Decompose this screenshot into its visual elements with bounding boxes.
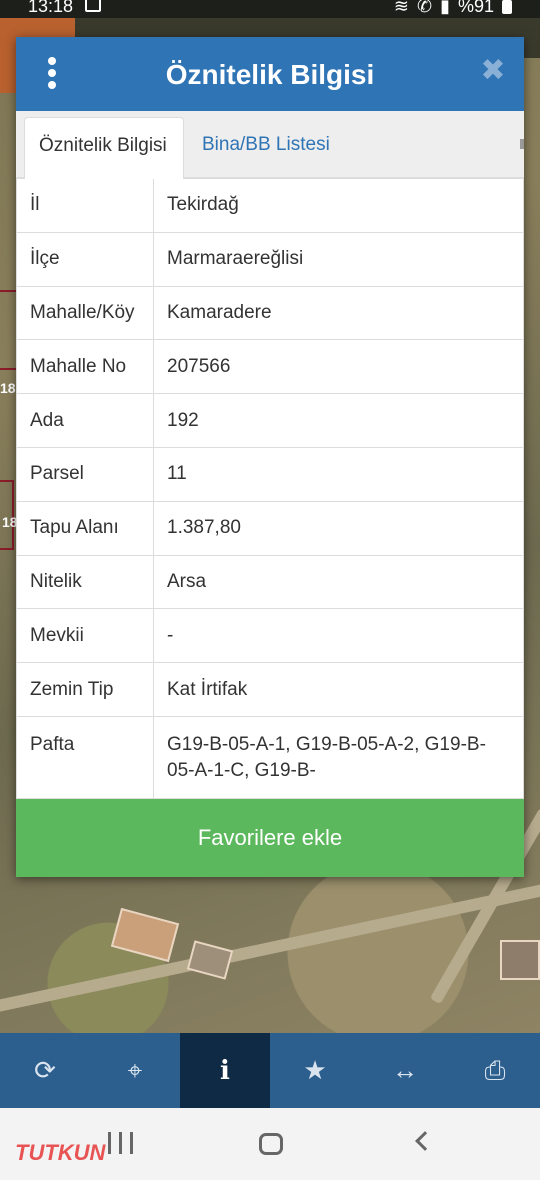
tab-attribute-info[interactable]: Öznitelik Bilgisi	[24, 117, 184, 179]
attribute-dialog: Öznitelik Bilgisi ✖ Öznitelik Bilgisi Bi…	[16, 37, 524, 877]
attribute-key: Mevkii	[16, 608, 154, 664]
back-icon[interactable]	[415, 1131, 435, 1151]
call-icon: ✆	[416, 0, 433, 16]
table-row: Pafta G19-B-05-A-1, G19-B-05-A-2, G19-B-0…	[16, 715, 524, 799]
dialog-header: Öznitelik Bilgisi ✖	[16, 37, 524, 111]
attribute-key: Zemin Tip	[16, 662, 154, 717]
attribute-value: 11	[153, 446, 524, 502]
bottom-toolbar: ⟳ ⌖ i ★ ↔ ⎙	[0, 1033, 540, 1108]
attribute-key: İlçe	[16, 231, 154, 287]
dialog-title: Öznitelik Bilgisi	[165, 59, 375, 90]
status-bar: 13:18 ≋ ✆ ▮ %91	[0, 0, 540, 18]
attribute-key: Parsel	[16, 446, 154, 502]
tab-bar: Öznitelik Bilgisi Bina/BB Listesi	[16, 111, 524, 179]
table-row: Parsel 11	[16, 446, 524, 502]
info-icon[interactable]: i	[180, 1033, 270, 1108]
signal-icon: ▮	[440, 0, 450, 16]
attribute-key: Nitelik	[16, 554, 154, 610]
table-row: Mahalle No 207566	[16, 339, 524, 395]
status-time: 13:18	[28, 0, 74, 16]
attribute-value: G19-B-05-A-1, G19-B-05-A-2, G19-B-05-A-1…	[153, 715, 524, 799]
table-row: İlçe Marmaraereğlisi	[16, 231, 524, 287]
status-right: ≋ ✆ ▮ %91	[394, 0, 512, 17]
measure-icon[interactable]: ↔	[360, 1033, 450, 1108]
home-icon[interactable]	[259, 1133, 283, 1155]
battery-icon	[502, 0, 512, 14]
attribute-value: Arsa	[153, 554, 524, 610]
attribute-value: Marmaraereğlisi	[153, 231, 524, 287]
table-row: İl Tekirdağ	[16, 178, 524, 233]
battery-label: %91	[457, 0, 494, 16]
attribute-value: Tekirdağ	[153, 178, 524, 233]
star-icon[interactable]: ★	[270, 1033, 360, 1108]
print-icon[interactable]: ⎙	[450, 1033, 540, 1108]
tab-building-list[interactable]: Bina/BB Listesi	[188, 117, 344, 179]
table-row: Mahalle/Köy Kamaradere	[16, 285, 524, 341]
attribute-key: Tapu Alanı	[16, 500, 154, 556]
attribute-value: Kamaradere	[153, 285, 524, 341]
brand-logo: TUTKUN	[15, 1140, 106, 1165]
attribute-value: -	[153, 608, 524, 664]
attribute-value: Kat İrtifak	[153, 662, 524, 717]
image-notification-icon	[85, 0, 101, 12]
refresh-icon[interactable]: ⟳	[0, 1033, 90, 1108]
table-row: Ada 192	[16, 393, 524, 448]
table-row: Tapu Alanı 1.387,80	[16, 500, 524, 556]
recent-apps-icon[interactable]	[108, 1132, 133, 1154]
table-row: Nitelik Arsa	[16, 554, 524, 610]
close-icon[interactable]: ✖	[480, 55, 506, 87]
attribute-key: Pafta	[16, 715, 154, 799]
building	[186, 940, 234, 980]
building	[500, 940, 540, 980]
attribute-key: Ada	[16, 393, 154, 448]
attribute-key: İl	[16, 178, 154, 233]
wifi-icon: ≋	[393, 0, 409, 16]
tabs-scroll-indicator	[520, 139, 524, 149]
attribute-key: Mahalle/Köy	[16, 285, 154, 341]
locate-icon[interactable]: ⌖	[90, 1033, 180, 1108]
lot-label: 18	[0, 380, 16, 396]
attribute-value: 192	[153, 393, 524, 448]
system-nav-bar: TUTKUN	[0, 1108, 540, 1180]
table-row: Mevkii -	[16, 608, 524, 664]
attribute-value: 207566	[153, 339, 524, 395]
attribute-table: İl Tekirdağ İlçe Marmaraereğlisi Mahalle/K…	[16, 178, 524, 799]
attribute-value: 1.387,80	[153, 500, 524, 556]
building	[110, 907, 180, 963]
add-to-favorites-button[interactable]: Favorilere ekle	[16, 799, 524, 877]
table-row: Zemin Tip Kat İrtifak	[16, 662, 524, 717]
attribute-key: Mahalle No	[16, 339, 154, 395]
